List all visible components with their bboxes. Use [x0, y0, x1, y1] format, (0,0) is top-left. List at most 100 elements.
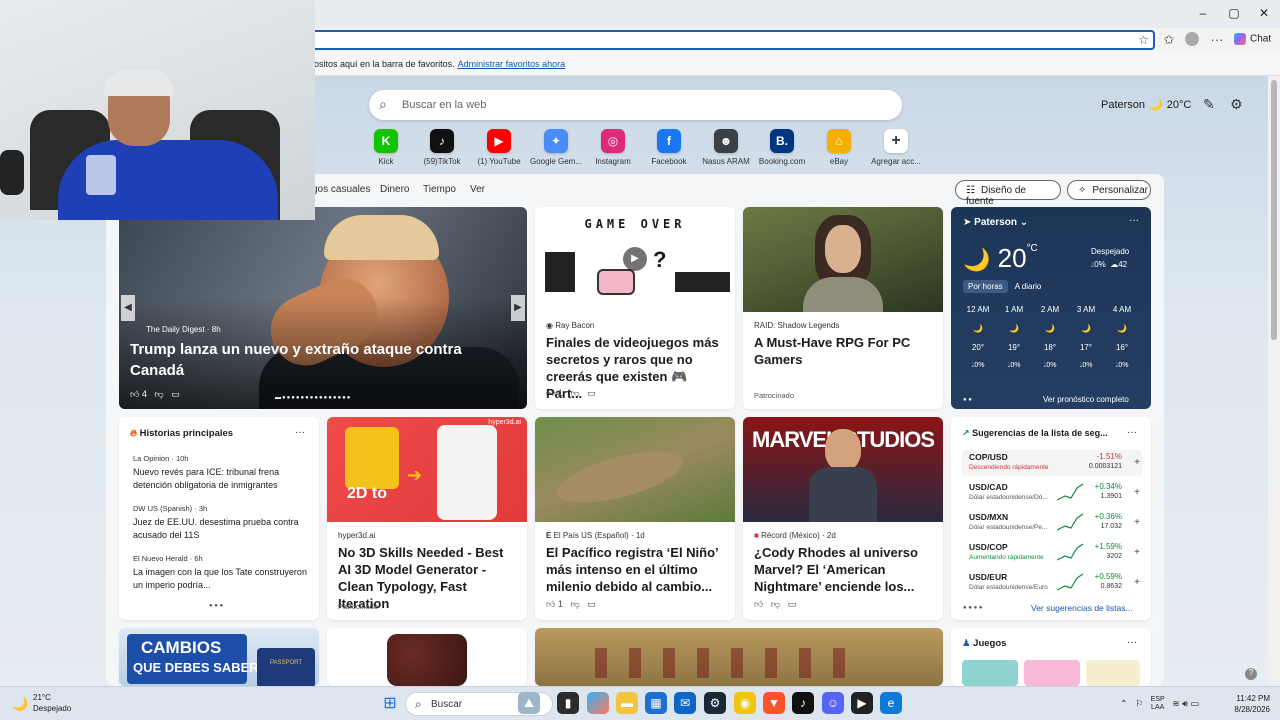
tab-hourly[interactable]: Por horas — [963, 280, 1008, 293]
fx-row[interactable]: USD/COP Aumentando rápidamente +1.59% 3202 + — [962, 540, 1142, 566]
windows-start-icon[interactable]: ⊞ — [379, 692, 401, 714]
nav-item-watch[interactable]: Ver — [470, 184, 485, 195]
like-icon[interactable]: 👍︎ — [130, 389, 139, 399]
more-watchlists-link[interactable]: Ver sugerencias de listas... — [1031, 603, 1133, 613]
store-icon[interactable]: ▦ — [645, 692, 667, 714]
hero-news-card[interactable]: ◀ ▶ The Daily Digest · 8h Trump lanza un… — [119, 207, 527, 409]
card-title[interactable]: El Pacífico registra ‘El Niño’ más inten… — [546, 544, 725, 595]
nav-item-weather[interactable]: Tiempo — [423, 184, 456, 195]
fx-row[interactable]: USD/CAD Dólar estadounidense/Dó... +0.34% 1… — [962, 480, 1142, 506]
hero-prev-button[interactable]: ◀ — [121, 295, 135, 321]
discord-icon[interactable]: ☺ — [822, 692, 844, 714]
quick-link-instagram[interactable]: ◎ Instagram — [585, 129, 641, 166]
story-title[interactable]: Nuevo revés para ICE: tribunal frena det… — [133, 466, 313, 492]
more-menu-icon[interactable]: ··· — [1208, 32, 1226, 47]
volume-icon[interactable]: 🔊︎ — [1182, 698, 1188, 708]
ad-card-3d[interactable]: hyper3d.ai 2D to ➔ hyper3d.ai No 3D Skil… — [327, 417, 527, 620]
dislike-icon[interactable]: 👎︎ — [570, 599, 579, 609]
manage-favorites-link[interactable]: Administrar favoritos ahora — [458, 59, 566, 69]
weather-location[interactable]: ➤ Paterson ⌄ — [963, 217, 1028, 228]
quick-link-agregar-acc[interactable]: + Agregar acc... — [868, 129, 924, 166]
font-design-button[interactable]: ☷ Diseño de fuente — [955, 180, 1061, 207]
fx-row[interactable]: USD/EUR Dólar estadounidense/Euro +0.59% 0.… — [962, 570, 1142, 596]
hero-carousel-dots[interactable]: ▬●●●●●●●●●●●●●●● — [275, 395, 351, 401]
like-icon[interactable]: 👍︎ — [546, 388, 555, 398]
news-card-game-endings[interactable]: GAME OVER ▶ ? ◉ Ray Bacon Finales de vid… — [535, 207, 735, 409]
minimize-button[interactable]: – — [1191, 6, 1215, 20]
scrollbar-thumb[interactable] — [1271, 80, 1277, 340]
story-item[interactable]: La Opinion · 10h Nuevo revés para ICE: tr… — [133, 454, 313, 492]
add-to-watchlist-icon[interactable]: + — [1134, 577, 1140, 588]
taskbar-clock[interactable]: 11:42 PM 8/28/2026 — [1228, 693, 1270, 715]
game-thumbnail[interactable] — [1086, 660, 1140, 686]
favorite-star-icon[interactable]: ☆ — [1138, 33, 1149, 47]
quick-link-kick[interactable]: K Kick — [358, 129, 414, 166]
card-title[interactable]: A Must-Have RPG For PC Gamers — [754, 334, 933, 368]
news-card-cody-rhodes[interactable]: MARVEL STUDIOS ■ Récord (México) · 2d ¿C… — [743, 417, 943, 620]
ad-card-raid[interactable]: RAID: Shadow Legends A Must-Have RPG For… — [743, 207, 943, 409]
dislike-icon[interactable]: 👎︎ — [154, 389, 163, 399]
close-button[interactable]: ✕ — [1252, 6, 1276, 20]
story-title[interactable]: Juez de EE.UU. desestima prueba contra a… — [133, 516, 313, 542]
page-scrollbar[interactable] — [1268, 76, 1280, 686]
hero-next-button[interactable]: ▶ — [511, 295, 525, 321]
story-title[interactable]: La imagen con la que los Tate construyer… — [133, 566, 313, 592]
address-input[interactable]: ☆ — [300, 30, 1155, 50]
dislike-icon[interactable]: 👎︎ — [570, 388, 579, 398]
quick-link-facebook[interactable]: f Facebook — [641, 129, 697, 166]
more-options-icon[interactable]: ··· — [1129, 215, 1139, 226]
tiktok-icon[interactable]: ♪ — [792, 692, 814, 714]
tab-daily[interactable]: A diario — [1010, 280, 1047, 293]
news-card-game-battle[interactable] — [535, 628, 943, 686]
stories-carousel-dots[interactable]: ● ● ● — [209, 603, 223, 609]
terminal-icon[interactable]: ▮ — [557, 692, 579, 714]
more-options-icon[interactable]: ··· — [295, 427, 305, 438]
weather-carousel-dots[interactable]: ● ● — [963, 397, 972, 403]
copilot-chat-button[interactable]: Chat — [1234, 33, 1271, 45]
battery-icon[interactable]: ▭ — [1190, 698, 1199, 708]
full-forecast-link[interactable]: Ver pronóstico completo — [1043, 395, 1129, 404]
comment-icon[interactable]: ▭ — [788, 599, 797, 609]
add-to-watchlist-icon[interactable]: + — [1134, 457, 1140, 468]
language-indicator[interactable]: ESP LAA — [1151, 696, 1165, 712]
fx-row[interactable]: USD/MXN Dólar estadounidense/Pe... +0.36% 1… — [962, 510, 1142, 536]
chrome-icon[interactable]: ◉ — [734, 692, 756, 714]
quick-link-google-gem[interactable]: ✦ Google Gem... — [528, 129, 584, 166]
add-to-watchlist-icon[interactable]: + — [1134, 487, 1140, 498]
more-options-icon[interactable]: ··· — [1127, 427, 1137, 438]
quick-link-1-youtube[interactable]: ▶ (1) YouTube — [471, 129, 527, 166]
like-icon[interactable]: 👍︎ — [754, 599, 763, 609]
profile-icon[interactable] — [1183, 32, 1201, 49]
game-thumbnail[interactable] — [962, 660, 1018, 686]
weather-card[interactable]: ➤ Paterson ⌄ ··· 🌙 20°C Despejado 💧︎0% ☁… — [951, 207, 1151, 409]
outlook-icon[interactable]: ✉ — [674, 692, 696, 714]
comment-icon[interactable]: ▭ — [171, 389, 180, 399]
nav-item-money[interactable]: Dinero — [380, 184, 409, 195]
edge-icon[interactable]: e — [880, 692, 902, 714]
steam-icon[interactable]: ⚙ — [704, 692, 726, 714]
web-search-box[interactable]: ⌕ Buscar en la web — [369, 90, 902, 120]
news-card-chocolate[interactable] — [327, 628, 527, 686]
hero-title[interactable]: Trump lanza un nuevo y extraño ataque co… — [130, 339, 490, 381]
file-explorer-icon[interactable]: ▬ — [616, 692, 638, 714]
add-to-watchlist-icon[interactable]: + — [1134, 517, 1140, 528]
chevron-up-icon[interactable]: ⌃ — [1120, 698, 1128, 708]
play-icon[interactable]: ▶ — [623, 247, 647, 271]
weather-widget-top[interactable]: Paterson 🌙 20°C — [1101, 98, 1191, 111]
comment-icon[interactable]: ▭ — [587, 388, 596, 398]
quick-link-booking-com[interactable]: B. Booking.com — [754, 129, 810, 166]
dislike-icon[interactable]: 👎︎ — [771, 599, 780, 609]
fx-row[interactable]: COP/USD Descendiendo rápidamente -1.51% 0.0… — [962, 450, 1142, 476]
add-to-watchlist-icon[interactable]: + — [1134, 547, 1140, 558]
card-title[interactable]: ¿Cody Rhodes al universo Marvel? El ‘Ame… — [754, 544, 933, 595]
story-item[interactable]: DW US (Spanish) · 3h Juez de EE.UU. deses… — [133, 504, 313, 542]
favorites-icon[interactable]: ✩ — [1160, 32, 1178, 48]
quick-link-ebay[interactable]: ⌂ eBay — [811, 129, 867, 166]
story-item[interactable]: El Nuevo Herald · 6h La imagen con la que… — [133, 554, 313, 592]
edit-pencil-icon[interactable]: ✎ — [1203, 96, 1215, 113]
game-thumbnail[interactable] — [1024, 660, 1080, 686]
personalize-button[interactable]: ✧ Personalizar — [1067, 180, 1151, 200]
media-player-icon[interactable]: ▶ — [851, 692, 873, 714]
watchlist-carousel-dots[interactable]: ● ● ● ● — [963, 605, 983, 611]
help-icon[interactable]: ? — [1245, 668, 1257, 680]
